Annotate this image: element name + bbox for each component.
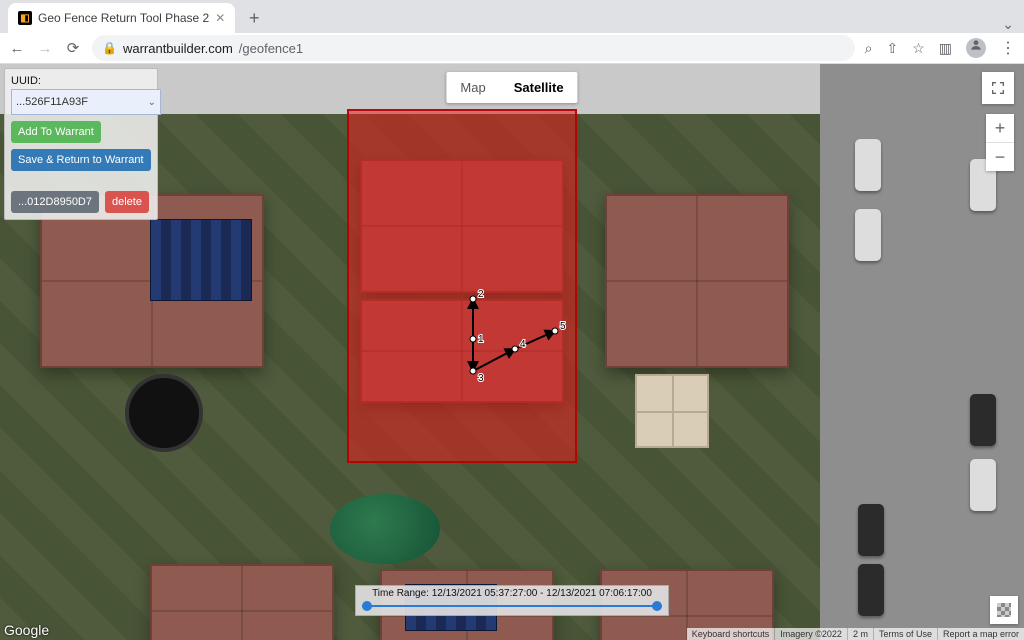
add-to-warrant-button[interactable]: Add To Warrant: [11, 121, 101, 143]
parked-car: [858, 564, 884, 616]
lower-roof-1: [150, 564, 334, 640]
save-return-button[interactable]: Save & Return to Warrant: [11, 149, 151, 171]
map-type-satellite[interactable]: Satellite: [500, 72, 578, 103]
chevron-down-icon: ⌄: [148, 97, 156, 108]
map-attribution: Keyboard shortcuts Imagery ©2022 2 m Ter…: [687, 628, 1024, 640]
time-range-label: Time Range: 12/13/2021 05:37:27:00 - 12/…: [362, 588, 662, 599]
tabs-overflow-icon[interactable]: ⌄: [1002, 16, 1014, 33]
bookmark-icon[interactable]: ☆: [912, 40, 925, 57]
reload-button[interactable]: ⟳: [64, 39, 82, 57]
address-bar[interactable]: 🔒 warrantbuilder.com/geofence1: [92, 35, 855, 61]
uuid-selected-value: ...526F11A93F: [16, 96, 88, 108]
geofence-overlay[interactable]: [347, 109, 577, 463]
search-icon[interactable]: ⌕: [865, 40, 873, 57]
zoom-in-button[interactable]: +: [986, 114, 1014, 142]
scale-indicator: 2 m: [847, 628, 873, 640]
profile-avatar[interactable]: [966, 38, 986, 58]
slider-handle-start[interactable]: [362, 601, 372, 611]
reader-icon[interactable]: ▥: [939, 40, 952, 57]
share-icon[interactable]: ⇧: [886, 40, 898, 57]
browser-tab[interactable]: ◧ Geo Fence Return Tool Phase 2 ✕: [8, 3, 235, 33]
tab-favicon: ◧: [18, 11, 32, 25]
fullscreen-icon: [990, 80, 1006, 96]
forward-button: →: [36, 40, 54, 57]
solar-panels: [150, 219, 252, 301]
control-panel: UUID: ...526F11A93F ⌄ Add To Warrant Sav…: [4, 68, 158, 220]
layers-button[interactable]: [990, 596, 1018, 624]
back-button[interactable]: ←: [8, 40, 26, 57]
time-range-slider[interactable]: [362, 601, 662, 611]
fullscreen-button[interactable]: [982, 72, 1014, 104]
slider-handle-end[interactable]: [652, 601, 662, 611]
uuid-dropdown[interactable]: ...526F11A93F ⌄: [11, 89, 161, 115]
trampoline: [125, 374, 203, 452]
zoom-out-button[interactable]: −: [986, 142, 1014, 171]
tab-title: Geo Fence Return Tool Phase 2: [38, 11, 209, 25]
delete-button[interactable]: delete: [105, 191, 149, 213]
swimming-pool: [330, 494, 440, 564]
parked-car: [858, 504, 884, 556]
map-type-control: Map Satellite: [446, 72, 577, 103]
item-id-chip[interactable]: ...012D8950D7: [11, 191, 99, 213]
parked-car: [970, 459, 996, 511]
close-tab-icon[interactable]: ✕: [215, 11, 225, 25]
google-logo: Google: [4, 623, 49, 637]
map-viewport[interactable]: 1 2 3 4 5 UUID: ...526F11A93F ⌄ Add To W…: [0, 64, 1024, 640]
parked-car: [970, 394, 996, 446]
uuid-label: UUID:: [11, 75, 151, 87]
neighbor-roof-right: [605, 194, 789, 368]
url-host: warrantbuilder.com: [123, 41, 233, 56]
zoom-control: + −: [986, 114, 1014, 171]
report-error-link[interactable]: Report a map error: [937, 628, 1024, 640]
gazebo: [635, 374, 709, 448]
parked-car: [855, 139, 881, 191]
new-tab-button[interactable]: +: [241, 5, 267, 31]
url-path: /geofence1: [239, 41, 303, 56]
terms-link[interactable]: Terms of Use: [873, 628, 937, 640]
lock-icon: 🔒: [102, 41, 117, 55]
parked-car: [855, 209, 881, 261]
layers-icon: [997, 603, 1011, 617]
time-range-panel: Time Range: 12/13/2021 05:37:27:00 - 12/…: [355, 585, 669, 616]
browser-menu-icon[interactable]: ⋮: [1000, 38, 1016, 58]
imagery-credit: Imagery ©2022: [774, 628, 847, 640]
map-type-map[interactable]: Map: [446, 72, 499, 103]
keyboard-shortcuts-link[interactable]: Keyboard shortcuts: [687, 628, 775, 640]
